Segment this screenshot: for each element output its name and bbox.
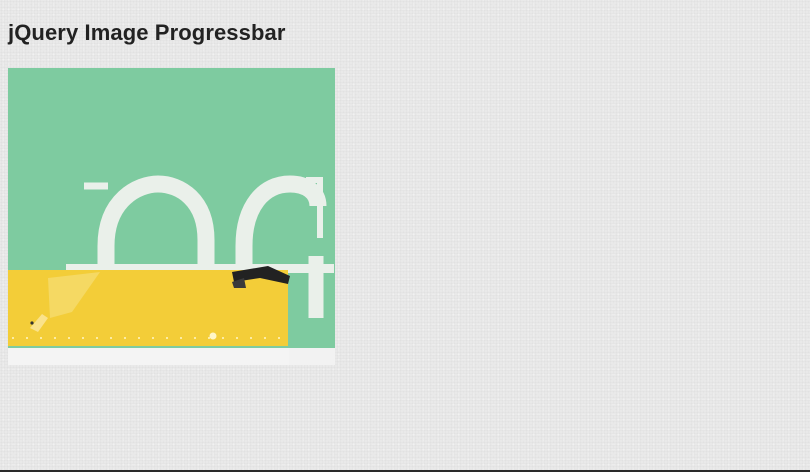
progress-image <box>8 68 335 348</box>
image-progressbar <box>8 68 335 365</box>
progress-fill <box>8 348 290 365</box>
progress-image-graphic <box>8 68 335 348</box>
pencil-graphic <box>8 266 290 346</box>
progress-track <box>8 348 335 365</box>
page-title: jQuery Image Progressbar <box>8 20 286 45</box>
